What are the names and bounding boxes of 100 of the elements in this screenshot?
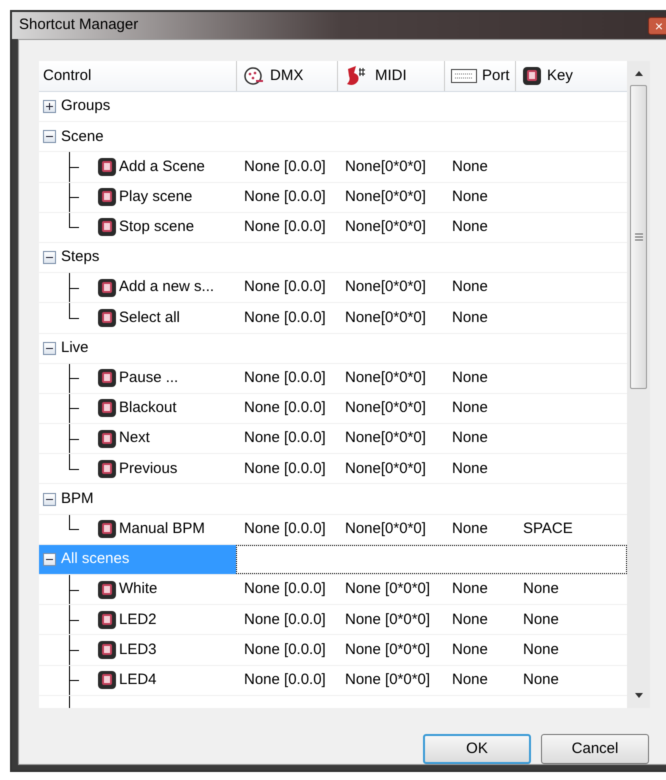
table-cell: None[0*0*0] <box>345 308 426 326</box>
key-icon <box>97 428 117 449</box>
dial-icon <box>243 66 265 86</box>
control-label: Next <box>119 428 150 448</box>
table-cell: None <box>452 610 488 628</box>
dialog-button[interactable]: Cancel <box>541 734 649 764</box>
group-label: All scenes <box>61 549 130 570</box>
group-row[interactable]: Steps <box>39 242 236 272</box>
control-label: Add a new s... <box>119 277 214 298</box>
keyboard-icon <box>451 69 477 83</box>
table-cell: None <box>452 308 488 326</box>
table-cell: None [0.0.0] <box>244 429 326 446</box>
table-cell: None[0*0*0] <box>345 369 426 386</box>
control-label: Blackout <box>119 398 177 418</box>
key-icon <box>97 580 117 600</box>
column-header[interactable]: Control <box>43 64 92 88</box>
table-cell: None <box>523 580 559 598</box>
table-cell: None [0.0.0] <box>244 670 326 688</box>
table-cell: None [0*0*0] <box>345 670 430 688</box>
control-label: Previous <box>119 458 178 479</box>
control-label: Stop scene <box>119 217 194 238</box>
table-cell: None[0*0*0] <box>345 429 426 446</box>
control-label: Pause ... <box>119 368 178 388</box>
control-label: Select all <box>119 308 180 328</box>
key-icon <box>97 187 117 208</box>
table-cell: None[0*0*0] <box>345 520 426 537</box>
column-header[interactable]: DMX <box>270 64 304 88</box>
control-label: Add a Scene <box>119 156 205 177</box>
close-button[interactable]: × <box>648 16 666 34</box>
control-label: LED3 <box>119 640 157 660</box>
table-cell: None <box>452 670 488 688</box>
key-icon <box>97 368 117 388</box>
table-cell: None <box>452 369 488 386</box>
table-cell: None <box>452 188 488 205</box>
group-label: Steps <box>61 247 100 268</box>
table-cell: None [0.0.0] <box>244 158 326 175</box>
table-cell: None <box>452 218 488 236</box>
collapse-icon[interactable] <box>43 492 56 506</box>
table-cell: None [0.0.0] <box>244 520 326 537</box>
table-cell: None <box>452 278 488 296</box>
group-row[interactable]: BPM <box>39 484 236 514</box>
table-cell: None [0.0.0] <box>244 369 326 386</box>
control-label: LED4 <box>119 670 157 690</box>
key-icon <box>97 217 117 238</box>
collapse-icon[interactable] <box>43 342 56 355</box>
collapse-icon[interactable] <box>43 552 56 566</box>
table-cell: None [0.0.0] <box>244 218 326 236</box>
key-icon <box>97 308 117 328</box>
key-icon <box>97 278 117 298</box>
table-cell: None[0*0*0] <box>345 158 426 175</box>
table-cell: None <box>523 640 559 658</box>
dialog-button[interactable]: OK <box>423 734 531 764</box>
table-cell: None <box>523 670 559 688</box>
table-cell: None[0*0*0] <box>345 188 426 205</box>
key-icon <box>97 519 117 540</box>
table-cell: None <box>452 158 488 175</box>
table-cell: None [0*0*0] <box>345 640 430 658</box>
table-cell: None <box>523 610 559 628</box>
table-cell: None[0*0*0] <box>345 460 426 477</box>
group-label: Groups <box>61 96 110 116</box>
scrollbar[interactable] <box>627 61 650 708</box>
group-label: Live <box>61 338 89 358</box>
table-cell: None <box>452 460 488 477</box>
key-icon <box>97 640 117 660</box>
key-icon <box>97 670 117 690</box>
table-cell: SPACE <box>523 520 573 537</box>
expand-icon[interactable] <box>43 100 56 114</box>
window-title: Shortcut Manager <box>19 15 138 36</box>
table-cell: None [0*0*0] <box>345 610 430 628</box>
scroll-thumb[interactable] <box>630 85 647 389</box>
key-icon <box>97 610 117 630</box>
table-cell: None [0.0.0] <box>244 308 326 326</box>
key-icon <box>97 156 117 177</box>
table-cell: None[0*0*0] <box>345 399 426 416</box>
table-cell: None [0.0.0] <box>244 640 326 658</box>
table-cell: None [0.0.0] <box>244 580 326 598</box>
table-cell: None <box>452 429 488 446</box>
column-header[interactable]: Port <box>482 64 510 88</box>
collapse-icon[interactable] <box>43 130 56 144</box>
group-row[interactable]: Live <box>39 334 236 363</box>
key-icon <box>97 398 117 418</box>
control-label: White <box>119 579 158 600</box>
table-cell: None [0.0.0] <box>244 278 326 296</box>
table-cell: None [0.0.0] <box>244 460 326 477</box>
control-label: LED2 <box>119 610 157 630</box>
table-cell: None[0*0*0] <box>345 278 426 296</box>
group-row[interactable]: Scene <box>39 122 236 152</box>
table-cell: None [0.0.0] <box>244 399 326 416</box>
column-header[interactable]: MIDI <box>375 64 407 88</box>
collapse-icon[interactable] <box>43 251 56 264</box>
table-cell: None [0*0*0] <box>345 580 430 598</box>
group-row[interactable]: Groups <box>39 92 236 122</box>
table-cell: None[0*0*0] <box>345 218 426 236</box>
key-icon <box>522 66 542 86</box>
grip-icon <box>634 233 642 241</box>
column-header[interactable]: Key <box>547 64 573 88</box>
table-cell: None [0.0.0] <box>244 610 326 628</box>
table-cell: None <box>452 640 488 658</box>
control-label: Manual BPM <box>119 518 205 539</box>
group-label: BPM <box>61 488 94 509</box>
